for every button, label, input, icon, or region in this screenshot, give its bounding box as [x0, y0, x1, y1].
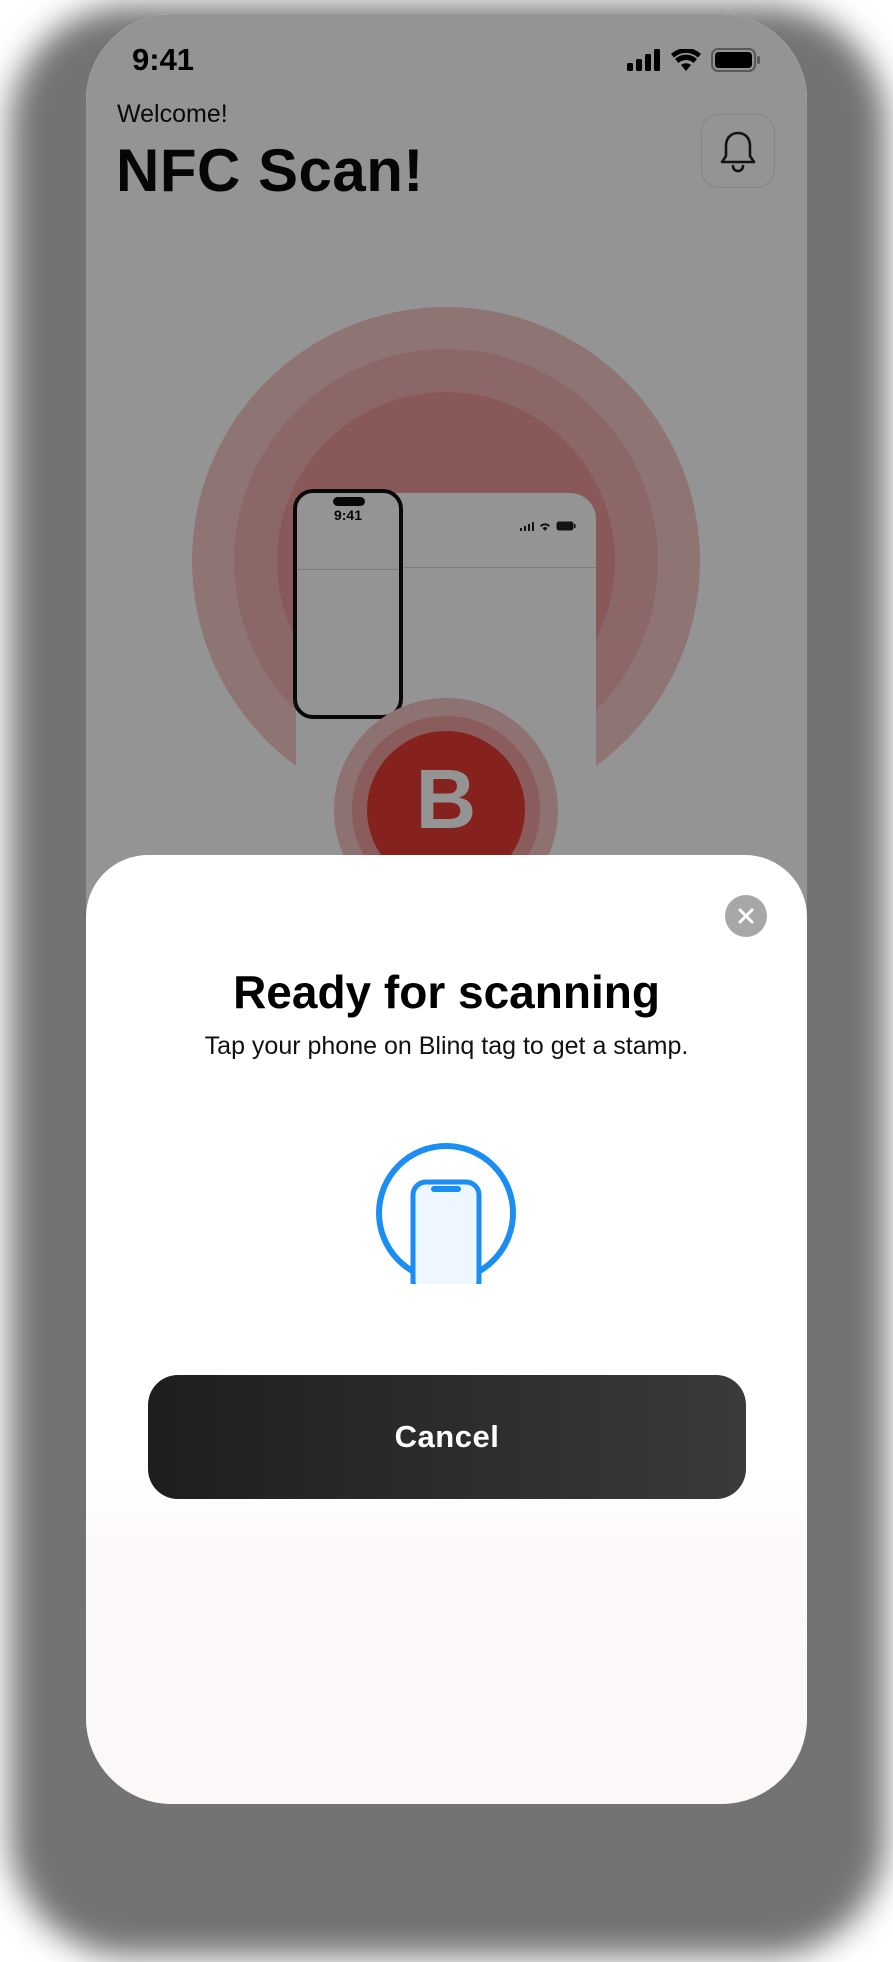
- cancel-button[interactable]: Cancel: [148, 1375, 746, 1499]
- scan-bottom-sheet: Ready for scanning Tap your phone on Bli…: [86, 855, 807, 1804]
- close-button[interactable]: [725, 895, 767, 937]
- phone-screen: 9:41 Welcome! NFC Scan! 9:41 B Ready for…: [86, 14, 807, 1804]
- sheet-title: Ready for scanning: [233, 966, 660, 1018]
- close-icon: [738, 908, 754, 924]
- cancel-button-label: Cancel: [394, 1419, 500, 1454]
- sheet-subtitle: Tap your phone on Blinq tag to get a sta…: [204, 1032, 689, 1060]
- phone-scan-icon: [376, 1143, 516, 1284]
